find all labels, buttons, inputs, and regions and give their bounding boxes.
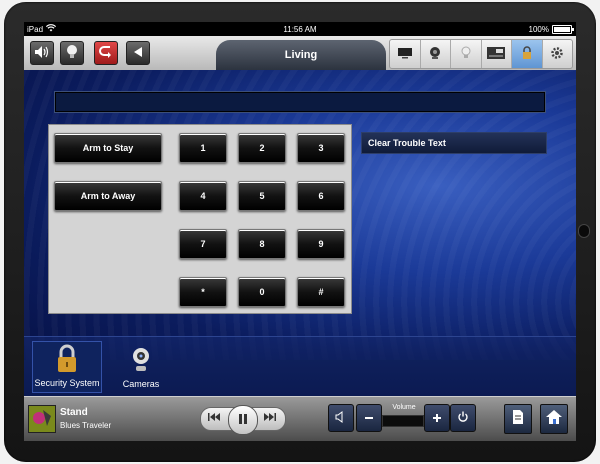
lighting-button[interactable] <box>60 41 84 65</box>
speaker-icon <box>34 45 50 62</box>
ipad-side-button <box>578 224 590 238</box>
tv-icon <box>397 47 413 62</box>
skip-back-icon[interactable] <box>207 411 221 426</box>
speaker-icon <box>335 410 347 426</box>
now-playing-title: Stand <box>60 407 88 418</box>
key-4[interactable]: 4 <box>179 181 227 211</box>
thermostat-icon <box>486 46 506 63</box>
key-9[interactable]: 9 <box>297 229 345 259</box>
light-device-button[interactable] <box>451 40 482 68</box>
transport-controls <box>200 405 286 435</box>
key-3[interactable]: 3 <box>297 133 345 163</box>
key-2[interactable]: 2 <box>238 133 286 163</box>
arm-away-button[interactable]: Arm to Away <box>54 181 162 211</box>
minus-icon <box>364 410 374 426</box>
padlock-icon <box>54 344 80 374</box>
battery-icon <box>552 24 574 34</box>
arm-stay-button[interactable]: Arm to Stay <box>54 133 162 163</box>
home-button[interactable] <box>540 404 568 434</box>
media-control-bar: Stand Blues Traveler Volume <box>24 396 576 441</box>
album-art <box>28 405 56 433</box>
volume-up-button[interactable] <box>424 404 450 432</box>
left-triangle-icon <box>132 46 144 61</box>
document-icon <box>511 409 525 430</box>
status-bar: iPad 11:56 AM 100% <box>24 22 576 36</box>
room-title: Living <box>216 40 386 70</box>
now-playing-artist: Blues Traveler <box>60 421 112 430</box>
tray-item-security-system[interactable]: Security System <box>32 341 102 393</box>
volume-controls: Volume <box>328 404 476 432</box>
volume-meter <box>382 415 424 427</box>
tray-item-cameras[interactable]: Cameras <box>106 341 176 393</box>
tray-item-label: Cameras <box>122 379 160 389</box>
trouble-text-display <box>54 91 546 113</box>
pause-icon <box>238 413 248 428</box>
key-star[interactable]: * <box>179 277 227 307</box>
camera-device-button[interactable] <box>421 40 451 68</box>
security-panel-area: Arm to Stay Arm to Away 1 2 3 4 5 6 7 8 … <box>24 70 576 360</box>
power-button[interactable] <box>450 404 476 432</box>
key-1[interactable]: 1 <box>179 133 227 163</box>
top-toolbar: Living <box>24 36 576 71</box>
tray-item-label: Security System <box>34 378 100 388</box>
key-hash[interactable]: # <box>297 277 345 307</box>
thermostat-device-button[interactable] <box>482 40 512 68</box>
key-0[interactable]: 0 <box>238 277 286 307</box>
power-icon <box>457 410 469 426</box>
padlock-icon <box>522 45 532 63</box>
return-button[interactable] <box>94 41 118 65</box>
lightbulb-icon <box>66 44 78 63</box>
skip-forward-icon[interactable] <box>263 411 277 426</box>
security-device-button[interactable] <box>512 40 543 68</box>
house-icon <box>545 409 563 430</box>
volume-label: Volume <box>392 404 416 411</box>
pause-button[interactable] <box>228 405 258 435</box>
camera-icon <box>128 345 154 375</box>
back-button[interactable] <box>126 41 150 65</box>
u-turn-arrow-icon <box>98 45 114 62</box>
key-5[interactable]: 5 <box>238 181 286 211</box>
lightbulb-icon <box>461 46 471 63</box>
security-keypad: Arm to Stay Arm to Away 1 2 3 4 5 6 7 8 … <box>48 124 352 314</box>
clear-trouble-text-button[interactable]: Clear Trouble Text <box>361 132 547 154</box>
device-selector <box>389 39 573 69</box>
battery-percent: 100% <box>528 24 549 34</box>
subsystem-tray: Security System Cameras <box>24 336 576 397</box>
settings-device-button[interactable] <box>543 40 573 68</box>
tv-device-button[interactable] <box>390 40 421 68</box>
webcam-icon <box>429 46 441 63</box>
key-8[interactable]: 8 <box>238 229 286 259</box>
status-time: 11:56 AM <box>283 24 317 34</box>
volume-down-button[interactable] <box>356 404 382 432</box>
plus-icon <box>432 410 442 426</box>
mute-button[interactable] <box>328 404 354 432</box>
key-6[interactable]: 6 <box>297 181 345 211</box>
media-info-button[interactable] <box>504 404 532 434</box>
speaker-button[interactable] <box>30 41 54 65</box>
gear-icon <box>550 46 564 63</box>
key-7[interactable]: 7 <box>179 229 227 259</box>
